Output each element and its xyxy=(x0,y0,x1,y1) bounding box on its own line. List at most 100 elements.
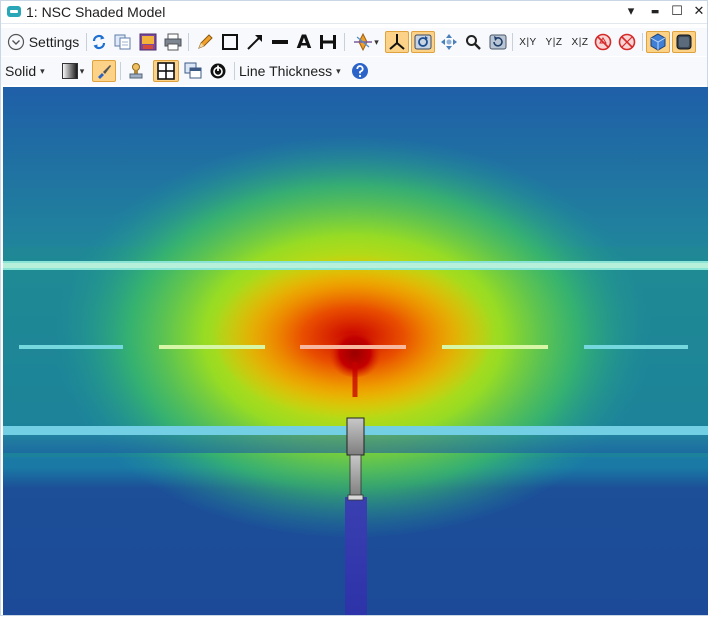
beam-column xyxy=(345,497,367,615)
image-save-icon xyxy=(139,33,157,51)
view-xy-label: X|Y xyxy=(519,36,537,48)
toolbar-main: Settings A ▾ X|Y Y|Z X|Z xyxy=(1,28,707,56)
settings-button[interactable]: Settings xyxy=(3,31,83,53)
layout-view-toggle[interactable] xyxy=(153,60,179,82)
lens-rotate-icon xyxy=(354,33,373,51)
pan-button[interactable] xyxy=(438,31,460,53)
help-icon xyxy=(352,63,368,79)
chevron-down-icon: ▾ xyxy=(336,65,341,76)
axes-view-toggle[interactable] xyxy=(385,31,409,53)
chevron-down-icon: ▾ xyxy=(374,36,379,47)
close-button[interactable]: ✕ xyxy=(689,3,709,21)
window-view-button[interactable] xyxy=(181,60,205,82)
layout-grid-icon xyxy=(157,62,175,80)
view-yz-button[interactable]: Y|Z xyxy=(542,31,566,53)
cube-icon xyxy=(650,33,666,51)
stamp-tool-button[interactable] xyxy=(125,60,147,82)
render-mode-dropdown[interactable]: Solid ▾ xyxy=(5,60,53,82)
power-button[interactable] xyxy=(207,60,229,82)
line-icon xyxy=(272,40,288,44)
dashed-segment xyxy=(584,345,688,349)
maximize-button[interactable]: ☐ xyxy=(667,3,687,21)
source-holder xyxy=(346,417,365,456)
arrow-icon xyxy=(247,35,262,50)
copy-button[interactable] xyxy=(112,31,134,53)
pencil-tool-button[interactable] xyxy=(194,31,216,53)
stamp-icon xyxy=(129,63,143,79)
toolbar-divider xyxy=(344,33,345,51)
gradient-icon xyxy=(61,63,78,79)
power-icon xyxy=(210,63,226,79)
toolbar-divider xyxy=(120,62,121,80)
reset-view-button[interactable] xyxy=(487,31,509,53)
brush-icon xyxy=(98,65,111,79)
toolbar-divider xyxy=(86,33,87,51)
dashed-segment xyxy=(159,345,265,349)
no-rays-button[interactable] xyxy=(592,31,614,53)
dimension-icon xyxy=(320,35,336,49)
shaded-model-viewport[interactable] xyxy=(3,87,708,615)
cylinder-icon xyxy=(676,34,692,50)
refresh-button[interactable] xyxy=(89,31,109,53)
text-tool-icon: A xyxy=(296,31,312,53)
dimension-tool-button[interactable] xyxy=(317,31,339,53)
reset-view-icon xyxy=(489,34,507,50)
view-xy-button[interactable]: X|Y xyxy=(516,31,540,53)
solid-view-toggle[interactable] xyxy=(672,31,696,53)
help-button[interactable] xyxy=(349,60,371,82)
printer-icon xyxy=(164,33,182,51)
chevron-down-icon: ▾ xyxy=(40,65,45,76)
refresh-icon xyxy=(92,34,106,50)
upper-waveguide-highlight xyxy=(3,263,708,268)
arrow-tool-button[interactable] xyxy=(244,31,266,53)
pan-move-icon xyxy=(441,34,457,50)
dashed-segment xyxy=(300,345,406,349)
toolbar-divider xyxy=(642,33,643,51)
window-title: 1: NSC Shaded Model xyxy=(26,4,166,20)
toolbar-display: Solid ▾ ▾ Line Thickness ▾ xyxy=(1,57,707,85)
nsc-shaded-model-window: 1: NSC Shaded Model ▾ ▬ ☐ ✕ Settings A ▾… xyxy=(0,0,708,616)
window-menu-button[interactable]: ▾ xyxy=(621,3,641,21)
axes-icon xyxy=(389,34,405,50)
no-rays-icon xyxy=(594,33,612,51)
toolbar-divider xyxy=(512,33,513,51)
rotate-model-icon xyxy=(414,34,432,50)
window-app-icon xyxy=(7,6,21,17)
magnifier-icon xyxy=(466,35,481,50)
chevron-down-circle-icon xyxy=(7,33,24,51)
render-mode-label: Solid xyxy=(5,63,37,79)
no-objects-button[interactable] xyxy=(616,31,638,53)
windows-icon xyxy=(184,62,202,79)
source-rod xyxy=(349,454,362,498)
minimize-button[interactable]: ▬ xyxy=(645,3,665,21)
rotate-view-dropdown[interactable]: ▾ xyxy=(349,31,383,53)
rectangle-tool-button[interactable] xyxy=(219,31,241,53)
line-tool-button[interactable] xyxy=(269,31,291,53)
pencil-icon xyxy=(198,34,213,49)
copy-icon xyxy=(114,34,131,50)
source-tip xyxy=(347,494,364,501)
dashed-segment xyxy=(442,345,548,349)
chevron-down-icon: ▾ xyxy=(79,65,85,76)
line-thickness-dropdown[interactable]: Line Thickness ▾ xyxy=(239,60,347,82)
no-objects-icon xyxy=(618,33,636,51)
view-xz-button[interactable]: X|Z xyxy=(568,31,592,53)
toolbar-divider xyxy=(188,33,189,51)
title-bar: 1: NSC Shaded Model ▾ ▬ ☐ ✕ xyxy=(1,1,707,24)
view-xz-label: X|Z xyxy=(571,36,589,48)
cube-view-toggle[interactable] xyxy=(646,31,670,53)
text-tool-button[interactable]: A xyxy=(293,31,315,53)
print-button[interactable] xyxy=(162,31,184,53)
color-scale-dropdown[interactable]: ▾ xyxy=(57,60,89,82)
settings-label: Settings xyxy=(28,34,80,50)
save-image-button[interactable] xyxy=(137,31,159,53)
toolbar-divider xyxy=(234,62,235,80)
view-yz-label: Y|Z xyxy=(545,36,563,48)
fit-view-toggle[interactable] xyxy=(411,31,435,53)
irradiance-render xyxy=(3,87,708,615)
rectangle-icon xyxy=(222,34,238,50)
dashed-segment xyxy=(19,345,123,349)
line-thickness-label: Line Thickness xyxy=(239,63,333,79)
zoom-button[interactable] xyxy=(462,31,484,53)
brush-tool-toggle[interactable] xyxy=(92,60,116,82)
